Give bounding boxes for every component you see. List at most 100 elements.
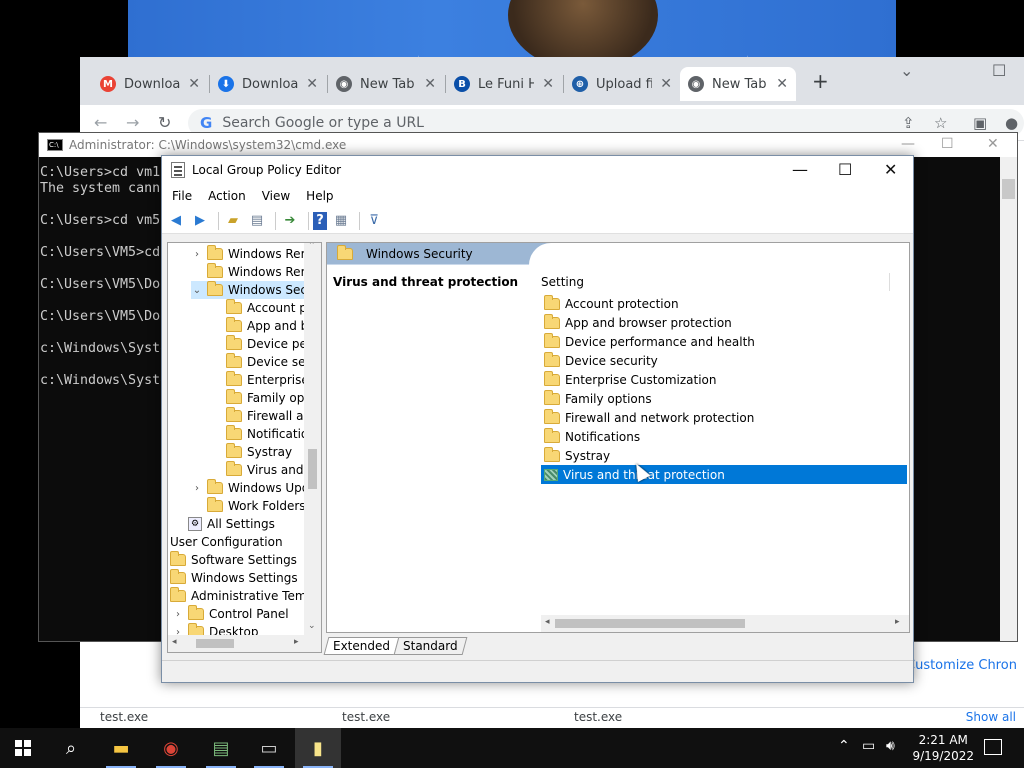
tree-node[interactable]: Device per — [210, 335, 312, 353]
tree-node[interactable]: Enterprise — [210, 371, 309, 389]
scroll-left-icon[interactable]: ◂ — [545, 617, 550, 627]
tree-node[interactable]: Account p — [210, 299, 307, 317]
chrome-tab[interactable]: ◉ New Tab ✕ — [680, 67, 796, 101]
minimize-icon[interactable]: — — [901, 136, 915, 152]
back-arrow-icon[interactable]: ◀ — [166, 212, 186, 230]
close-tab-icon[interactable]: ✕ — [424, 76, 436, 92]
tree-node[interactable]: Work Folders — [191, 497, 306, 515]
gpe-title-bar[interactable]: Local Group Policy Editor — ☐ ✕ — [162, 156, 913, 184]
column-header-setting[interactable]: Setting — [541, 275, 584, 289]
setting-row[interactable]: Device performance and health — [541, 332, 907, 351]
close-icon[interactable]: ✕ — [987, 136, 999, 152]
chrome-tab[interactable]: M Download ✕ — [92, 67, 208, 101]
tree-node[interactable]: Device sec — [210, 353, 312, 371]
tree-hscroll-thumb[interactable] — [196, 639, 234, 648]
tree-node[interactable]: Administrative Templ — [170, 587, 317, 605]
customize-chrome-link[interactable]: Customize Chron — [906, 658, 1017, 673]
setting-row[interactable]: Notifications — [541, 427, 907, 446]
tree-node[interactable]: ⌄ Windows Secu — [191, 281, 315, 299]
share-icon[interactable]: ⇪ — [902, 114, 915, 132]
cmd-taskbar-icon[interactable]: ▭ — [246, 728, 292, 768]
show-all-downloads[interactable]: Show all — [966, 710, 1016, 724]
setting-row[interactable]: Systray — [541, 446, 907, 465]
menu-help[interactable]: Help — [298, 189, 341, 203]
setting-row[interactable]: Account protection — [541, 294, 907, 313]
setting-row[interactable]: Enterprise Customization — [541, 370, 907, 389]
setting-row[interactable]: Firewall and network protection — [541, 408, 907, 427]
tree-node[interactable]: › Control Panel — [172, 605, 289, 623]
volume-icon[interactable]: 🔊︎ — [886, 738, 895, 754]
setting-row[interactable]: Virus and threat protection — [541, 465, 907, 484]
gpedit-taskbar-icon[interactable]: ▤ — [198, 728, 244, 768]
setting-row[interactable]: App and browser protection — [541, 313, 907, 332]
new-tab-button[interactable]: + — [812, 69, 829, 93]
tree-node[interactable]: User Configuration — [170, 533, 283, 551]
maximize-icon[interactable]: ☐ — [992, 61, 1006, 80]
tree-node[interactable]: Systray — [210, 443, 292, 461]
up-folder-icon[interactable]: ▰ — [223, 212, 243, 230]
network-icon[interactable]: ▭ — [862, 738, 875, 754]
properties-icon[interactable]: ▦ — [331, 212, 351, 230]
tree-node[interactable]: Virus and t — [210, 461, 312, 479]
filter-icon[interactable]: ⊽ — [364, 212, 384, 230]
menu-view[interactable]: View — [254, 189, 298, 203]
back-icon[interactable]: ← — [94, 113, 107, 132]
notepad-taskbar-icon[interactable]: ▮ — [295, 728, 341, 768]
cmd-title-bar[interactable]: C:\ Administrator: C:\Windows\system32\c… — [39, 133, 1017, 157]
notification-center-icon[interactable] — [984, 739, 1002, 755]
tree-node[interactable]: Windows Rem — [191, 263, 312, 281]
menu-action[interactable]: Action — [200, 189, 254, 203]
policy-tree-pane[interactable]: › Windows Rem Windows Rem ⌄ Windows Secu Acco… — [167, 242, 322, 653]
tree-node[interactable]: Windows Settings — [170, 569, 298, 587]
close-tab-icon[interactable]: ✕ — [542, 76, 554, 92]
maximize-icon[interactable]: ☐ — [941, 136, 954, 152]
search-icon[interactable]: ⌕ — [48, 728, 94, 768]
tree-vertical-scrollbar[interactable]: ⌃ ⌄ — [304, 243, 321, 635]
export-list-icon[interactable]: ➔ — [280, 212, 300, 230]
close-icon[interactable]: ✕ — [884, 160, 897, 179]
menu-file[interactable]: File — [164, 189, 200, 203]
clock[interactable]: 2:21 AM 9/19/2022 — [912, 732, 974, 764]
tree-node[interactable]: Family opt — [210, 389, 309, 407]
help-icon[interactable]: ? — [313, 211, 327, 230]
tree-node[interactable]: Software Settings — [170, 551, 297, 569]
scroll-right-icon[interactable]: ▸ — [294, 637, 299, 647]
reload-icon[interactable]: ↻ — [158, 113, 171, 132]
column-divider[interactable] — [889, 273, 890, 291]
scroll-down-icon[interactable]: ⌄ — [308, 621, 316, 631]
close-tab-icon[interactable]: ✕ — [660, 76, 672, 92]
forward-arrow-icon[interactable]: ▶ — [190, 212, 210, 230]
expand-chevron-icon[interactable]: ⌄ — [191, 285, 203, 296]
maximize-icon[interactable]: ☐ — [838, 160, 852, 179]
side-panel-icon[interactable]: ▣ — [973, 114, 987, 132]
start-button[interactable] — [0, 728, 46, 768]
chrome-taskbar-icon[interactable]: ◉ — [148, 728, 194, 768]
close-tab-icon[interactable]: ✕ — [776, 76, 788, 92]
setting-row[interactable]: Family options — [541, 389, 907, 408]
cmd-scrollbar[interactable] — [1000, 157, 1017, 641]
tree-node[interactable]: › Windows Upd — [191, 479, 309, 497]
profile-icon[interactable]: ● — [1005, 114, 1018, 132]
settings-horizontal-scrollbar[interactable]: ◂ ▸ — [541, 615, 909, 632]
scroll-left-icon[interactable]: ◂ — [172, 637, 177, 647]
download-item[interactable]: test.exe — [574, 710, 622, 724]
tree-node[interactable]: App and b — [210, 317, 308, 335]
file-explorer-icon[interactable]: ▬ — [98, 728, 144, 768]
minimize-icon[interactable]: — — [792, 160, 808, 179]
setting-row[interactable]: Device security — [541, 351, 907, 370]
bookmark-star-icon[interactable]: ☆ — [934, 114, 947, 132]
chrome-tab[interactable]: ◉ New Tab ✕ — [328, 67, 444, 101]
settings-hscroll-thumb[interactable] — [555, 619, 745, 628]
tree-node[interactable]: › Windows Rem — [191, 245, 312, 263]
close-tab-icon[interactable]: ✕ — [188, 76, 200, 92]
tree-node[interactable]: Notificatio — [210, 425, 308, 443]
tab-extended[interactable]: Extended — [323, 637, 400, 655]
expand-chevron-icon[interactable]: › — [191, 483, 203, 494]
show-hidden-icons[interactable]: ⌃ — [838, 738, 850, 754]
show-hide-tree-icon[interactable]: ▤ — [247, 212, 267, 230]
chrome-tab[interactable]: B Le Funi H ✕ — [446, 67, 562, 101]
cmd-scroll-thumb[interactable] — [1002, 179, 1015, 199]
expand-chevron-icon[interactable]: › — [172, 609, 184, 620]
tab-search-icon[interactable]: ⌄ — [900, 61, 913, 80]
expand-chevron-icon[interactable]: › — [191, 249, 203, 260]
